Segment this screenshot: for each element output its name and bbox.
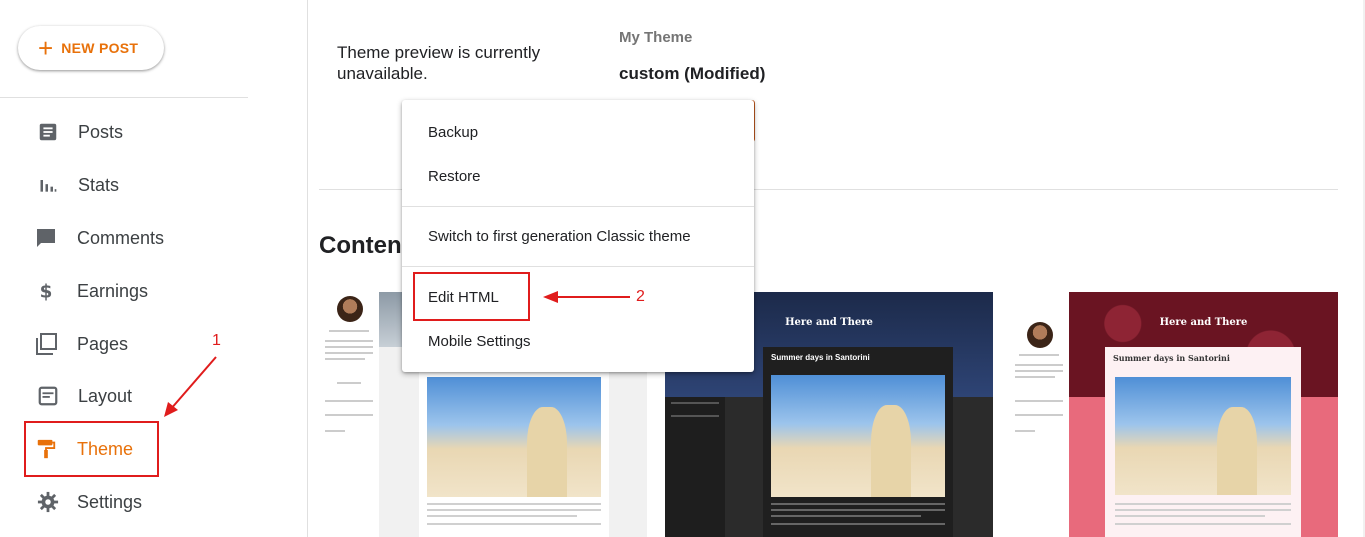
menu-item-switch-classic[interactable]: Switch to first generation Classic theme (402, 216, 754, 256)
comments-icon (34, 226, 58, 250)
my-theme-label: My Theme (619, 29, 693, 46)
menu-item-mobile-settings[interactable]: Mobile Settings (402, 321, 754, 361)
post-image (1115, 377, 1291, 495)
sidebar-item-label: Pages (77, 333, 129, 354)
sidebar-item-label: Layout (78, 385, 133, 406)
sidebar-item-label: Stats (78, 174, 120, 195)
menu-item-restore[interactable]: Restore (402, 156, 754, 196)
menu-item-backup[interactable]: Backup (402, 112, 754, 152)
thumbnail-sidebar (319, 292, 379, 537)
thumbnail-post-card (419, 347, 609, 537)
stats-icon (36, 173, 60, 197)
svg-text:$: $ (40, 281, 53, 302)
annotation-box-edit-html (413, 272, 530, 321)
plus-icon: + (38, 33, 54, 63)
new-post-label: NEW POST (61, 40, 139, 56)
sidebar-item-earnings[interactable]: $ Earnings (0, 271, 248, 311)
theme-options-menu: Backup Restore Switch to first generatio… (402, 100, 754, 372)
avatar (337, 296, 363, 322)
post-title: Summer days in Santorini (1113, 353, 1230, 363)
sidebar-item-comments[interactable]: Comments (0, 218, 248, 258)
sidebar-separator (307, 0, 308, 537)
post-title: Summer days in Santorini (771, 353, 870, 362)
sidebar-item-layout[interactable]: Layout (0, 376, 248, 416)
content-heading: Conten (319, 232, 402, 259)
menu-divider (402, 206, 754, 207)
sidebar-divider (0, 97, 248, 98)
sidebar-item-label: Earnings (77, 280, 149, 301)
theme-name: custom (Modified) (619, 64, 766, 83)
pages-icon (34, 332, 58, 356)
sidebar-item-label: Settings (77, 491, 143, 512)
sidebar-item-pages[interactable]: Pages (0, 324, 248, 364)
sidebar-item-stats[interactable]: Stats (0, 165, 248, 205)
gear-icon (36, 490, 60, 514)
thumbnail-sidebar (665, 397, 725, 537)
blog-title: Here and There (1159, 317, 1248, 328)
annotation-number-2: 2 (636, 288, 645, 305)
post-image (427, 377, 601, 497)
theme-thumbnail-soho[interactable]: Here and There Summer days in Santorini (1009, 292, 1338, 537)
sidebar-item-settings[interactable]: Settings (0, 482, 248, 522)
menu-divider (402, 266, 754, 267)
thumbnail-post-card: Summer days in Santorini (1105, 347, 1301, 537)
annotation-number-1: 1 (212, 332, 221, 349)
avatar (1027, 322, 1053, 348)
posts-icon (36, 120, 60, 144)
sidebar-item-posts[interactable]: Posts (0, 112, 248, 152)
post-image (771, 375, 945, 497)
layout-icon (36, 384, 60, 408)
thumbnail-sidebar (1009, 292, 1069, 537)
sidebar-item-label: Posts (78, 121, 124, 142)
dollar-icon: $ (34, 279, 58, 303)
new-post-button[interactable]: + NEW POST (18, 26, 164, 70)
preview-unavailable-message: Theme preview is currently unavailable. (337, 43, 541, 83)
sidebar-item-label: Comments (77, 227, 165, 248)
annotation-box-theme (24, 421, 159, 477)
thumbnail-post-card: Summer days in Santorini (763, 347, 953, 537)
